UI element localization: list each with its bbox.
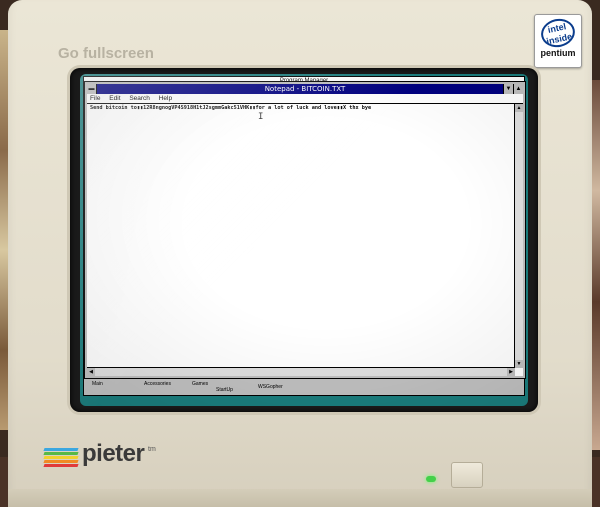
notepad-title: Notepad - BITCOIN.TXT	[264, 85, 346, 93]
monitor-base	[8, 489, 592, 507]
menu-file[interactable]: File	[90, 95, 100, 102]
system-menu-icon[interactable]: ▬	[87, 84, 97, 94]
windows-desktop: Program Manager Main Accessories Games S…	[80, 74, 528, 406]
power-button[interactable]	[451, 462, 483, 488]
menu-search[interactable]: Search	[129, 95, 150, 102]
intel-product-label: pentium	[540, 48, 576, 58]
rainbow-stripes-icon	[43, 448, 79, 468]
vertical-scrollbar[interactable]: ▲ ▼	[514, 104, 523, 368]
brand-name: pieter	[82, 440, 145, 467]
intel-logo-icon: intel inside	[538, 15, 578, 51]
scroll-down-icon[interactable]: ▼	[515, 360, 523, 368]
brand-trademark: tm	[148, 446, 156, 453]
stripe	[43, 456, 79, 459]
stripe	[43, 460, 79, 463]
notepad-window[interactable]: ▬ Notepad - BITCOIN.TXT ▼ ▲ File Edit Se…	[84, 81, 526, 379]
maximize-icon[interactable]: ▲	[513, 84, 523, 94]
group-label-accessories[interactable]: Accessories	[144, 381, 171, 387]
minimize-icon[interactable]: ▼	[503, 84, 513, 94]
monitor-bezel: Go fullscreen intel inside pentium Progr…	[8, 0, 592, 507]
go-fullscreen-link[interactable]: Go fullscreen	[58, 45, 154, 62]
text-cursor-icon: I	[258, 112, 264, 122]
notepad-menubar: File Edit Search Help	[87, 94, 523, 104]
menu-edit[interactable]: Edit	[109, 95, 120, 102]
group-label-games[interactable]: Games	[192, 381, 208, 387]
horizontal-scrollbar[interactable]: ◀ ▶	[87, 367, 515, 376]
scroll-right-icon[interactable]: ▶	[507, 368, 515, 376]
notepad-content[interactable]: Send bitcoin to▮▮12R8ngnogVP4S918H1tJ2sg…	[87, 104, 515, 112]
intel-inside-badge: intel inside pentium	[534, 14, 582, 68]
group-label-main[interactable]: Main	[92, 381, 103, 387]
stripe	[43, 452, 79, 455]
stripe	[43, 464, 79, 467]
notepad-text-area[interactable]: Send bitcoin to▮▮12R8ngnogVP4S918H1tJ2sg…	[87, 104, 515, 368]
stripe	[43, 448, 79, 451]
scroll-up-icon[interactable]: ▲	[515, 104, 523, 112]
menu-help[interactable]: Help	[159, 95, 172, 102]
crt-screen: Program Manager Main Accessories Games S…	[70, 68, 538, 412]
group-label-wsgopher[interactable]: WSGopher	[258, 384, 283, 390]
group-label-startup[interactable]: StartUp	[216, 387, 233, 393]
scroll-left-icon[interactable]: ◀	[87, 368, 95, 376]
notepad-titlebar[interactable]: ▬ Notepad - BITCOIN.TXT ▼ ▲	[87, 84, 523, 94]
power-led-icon	[426, 476, 436, 482]
